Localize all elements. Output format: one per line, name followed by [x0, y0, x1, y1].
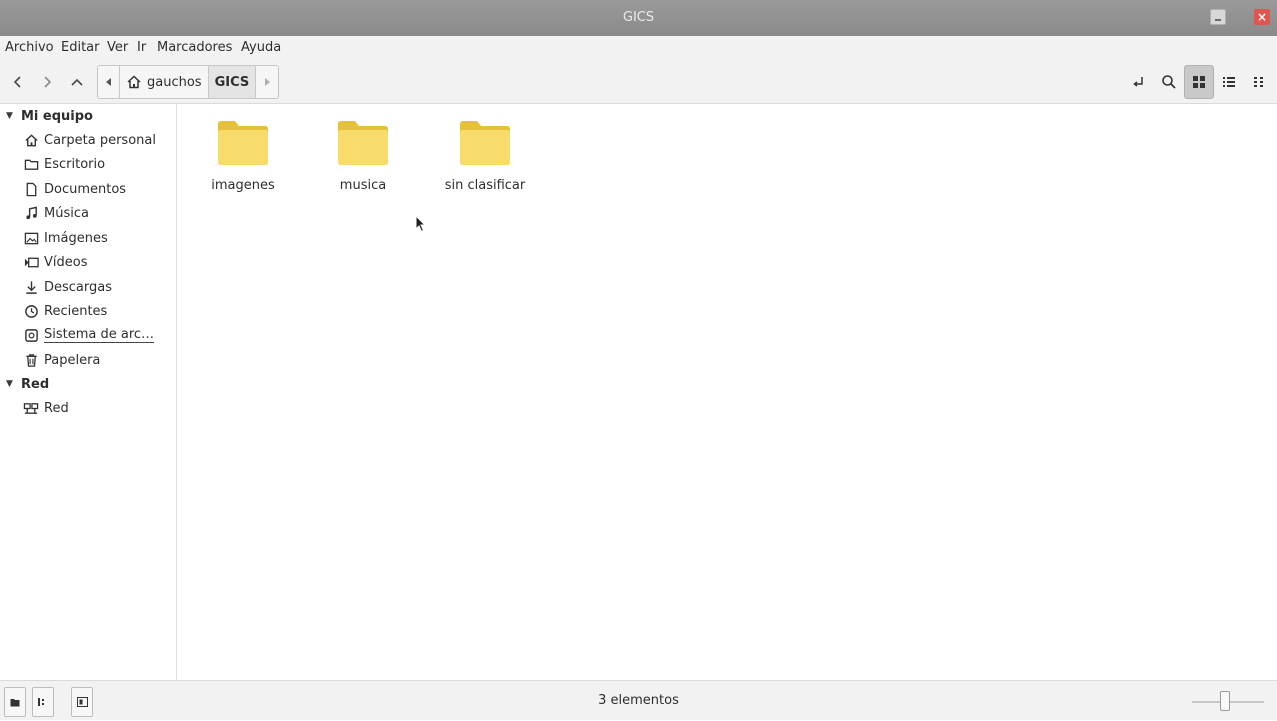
chevron-up-icon	[71, 78, 83, 86]
home-icon	[127, 75, 141, 89]
sidebar-item-imagenes[interactable]: Imágenes	[23, 228, 173, 248]
sidebar-item-carpeta-personal[interactable]: Carpeta personal	[23, 130, 173, 150]
window-title: GICS	[622, 10, 655, 25]
up-button[interactable]	[65, 70, 89, 94]
home-icon	[23, 132, 39, 148]
show-places-button[interactable]	[4, 687, 26, 717]
triangle-left-icon	[105, 78, 111, 86]
sidebar-item-label: Vídeos	[44, 254, 88, 270]
folder-icon	[460, 121, 510, 165]
clock-icon	[23, 303, 39, 319]
sidebar-item-label: Red	[44, 400, 69, 416]
triangle-right-icon	[265, 78, 271, 86]
title-bar: GICS ×	[0, 0, 1277, 36]
sidebar-section-mi-equipo[interactable]: ▼ Mi equipo	[6, 106, 93, 126]
triangle-down-icon: ▼	[6, 379, 13, 389]
download-icon	[23, 279, 39, 295]
folder-item[interactable]: imagenes	[188, 118, 298, 193]
sidebar-item-label: Descargas	[44, 279, 113, 295]
forward-button[interactable]	[35, 70, 59, 94]
breadcrumb-current[interactable]: GICS	[208, 66, 257, 98]
sidebar-item-red[interactable]: Red	[23, 398, 173, 418]
sidebar-section-red[interactable]: ▼ Red	[6, 374, 49, 394]
toggle-sidebar-button[interactable]	[71, 687, 93, 717]
breadcrumb-current-label: GICS	[214, 74, 250, 90]
tree-view-icon	[38, 698, 44, 706]
show-tree-button[interactable]	[32, 687, 54, 717]
menu-bar: Archivo Editar Ver Ir Marcadores Ayuda	[0, 36, 1277, 60]
folder-small-icon	[10, 698, 20, 706]
compact-view-button[interactable]	[1244, 65, 1274, 99]
sidebar-item-label: Música	[44, 205, 89, 221]
search-icon	[1162, 75, 1176, 89]
breadcrumb: gauchos GICS	[97, 65, 280, 99]
minimize-button[interactable]	[1210, 9, 1226, 25]
breadcrumb-home-label: gauchos	[147, 74, 202, 90]
sidebar-item-label: Sistema de arc…	[44, 327, 155, 343]
sidebar-item-papelera[interactable]: Papelera	[23, 350, 173, 370]
folder-item[interactable]: sin clasificar	[430, 118, 540, 193]
document-icon	[23, 181, 39, 197]
grid-view-icon	[1193, 76, 1205, 88]
mouse-cursor-icon	[415, 215, 427, 233]
video-icon	[23, 254, 39, 270]
sidebar-item-descargas[interactable]: Descargas	[23, 277, 173, 297]
sidebar-item-label: Imágenes	[44, 230, 108, 246]
search-button[interactable]	[1154, 65, 1184, 99]
folder-icon	[218, 121, 268, 165]
compact-view-icon	[1254, 77, 1263, 87]
sidebar-item-documentos[interactable]: Documentos	[23, 179, 173, 199]
breadcrumb-scroll-left[interactable]	[98, 66, 120, 98]
folder-label: musica	[339, 178, 387, 193]
sidebar: ▼ Mi equipo Carpeta personal Escritorio …	[0, 104, 177, 680]
sidebar-item-musica[interactable]: Música	[23, 203, 173, 223]
sidebar-item-recientes[interactable]: Recientes	[23, 301, 173, 321]
network-icon	[23, 400, 39, 416]
file-view[interactable]: imagenes musica sin clasificar	[178, 104, 1277, 680]
sidebar-item-label: Carpeta personal	[44, 132, 156, 148]
sidebar-section-label: Mi equipo	[21, 108, 93, 124]
drive-icon	[23, 327, 39, 343]
location-entry-icon	[1133, 77, 1143, 87]
sidebar-item-videos[interactable]: Vídeos	[23, 252, 173, 272]
folder-label: sin clasificar	[444, 178, 526, 193]
folder-label: imagenes	[211, 178, 275, 193]
trash-icon	[23, 352, 39, 368]
sidebar-item-label: Recientes	[44, 303, 108, 319]
music-icon	[23, 205, 39, 221]
menu-editar[interactable]: Editar	[61, 40, 100, 55]
chevron-right-icon	[44, 76, 52, 88]
triangle-down-icon: ▼	[6, 111, 13, 121]
sidebar-section-label: Red	[21, 376, 50, 392]
status-bar: 3 elementos	[0, 680, 1277, 720]
menu-ir[interactable]: Ir	[137, 40, 146, 55]
zoom-slider-handle[interactable]	[1219, 691, 1230, 711]
toolbar: gauchos GICS	[0, 60, 1277, 104]
sidebar-item-label: Escritorio	[44, 156, 106, 172]
folder-item[interactable]: musica	[308, 118, 418, 193]
breadcrumb-home[interactable]: gauchos	[120, 66, 209, 98]
desktop-folder-icon	[23, 156, 39, 172]
list-view-icon	[1223, 77, 1235, 87]
sidebar-item-label: Papelera	[44, 352, 101, 368]
path-toggle-button[interactable]	[1124, 65, 1154, 99]
menu-ver[interactable]: Ver	[107, 40, 128, 55]
folder-icon	[338, 121, 388, 165]
sidebar-item-label: Documentos	[44, 181, 127, 197]
image-icon	[23, 230, 39, 246]
close-button[interactable]: ×	[1254, 9, 1270, 25]
list-view-button[interactable]	[1214, 65, 1244, 99]
chevron-left-icon	[13, 76, 21, 88]
menu-ayuda[interactable]: Ayuda	[241, 40, 281, 55]
sidebar-panel-icon	[76, 697, 88, 707]
sidebar-item-sistema-de-archivos[interactable]: Sistema de arc…	[23, 325, 173, 345]
icon-view-button[interactable]	[1184, 65, 1214, 99]
status-text: 3 elementos	[598, 693, 679, 708]
back-button[interactable]	[6, 70, 30, 94]
menu-archivo[interactable]: Archivo	[5, 40, 54, 55]
menu-marcadores[interactable]: Marcadores	[157, 40, 232, 55]
breadcrumb-scroll-right[interactable]	[256, 66, 278, 98]
sidebar-item-escritorio[interactable]: Escritorio	[23, 154, 173, 174]
